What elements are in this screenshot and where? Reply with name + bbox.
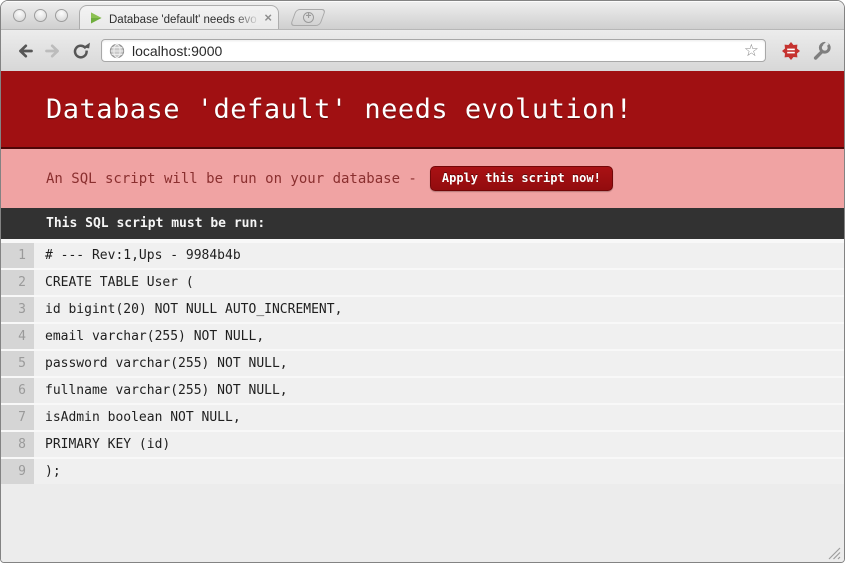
plus-icon: + — [303, 12, 314, 23]
sql-script-block: 1 # --- Rev:1,Ups - 9984b4b 2 CREATE TAB… — [1, 239, 844, 484]
minimize-window-button[interactable] — [34, 9, 47, 22]
line-code: # --- Rev:1,Ups - 9984b4b — [34, 243, 844, 268]
bookmark-star-icon[interactable]: ☆ — [744, 42, 759, 59]
page-title-banner: Database 'default' needs evolution! — [1, 71, 844, 149]
reload-button[interactable] — [67, 37, 95, 65]
script-line: 7 isAdmin boolean NOT NULL, — [1, 405, 844, 430]
tab-title-wrap: Database 'default' needs evo — [109, 10, 260, 25]
page-background — [1, 484, 844, 563]
line-number: 4 — [1, 324, 34, 349]
line-code: PRIMARY KEY (id) — [34, 432, 844, 457]
script-line: 3 id bigint(20) NOT NULL AUTO_INCREMENT, — [1, 297, 844, 322]
page-content: Database 'default' needs evolution! An S… — [1, 71, 844, 563]
script-line: 5 password varchar(255) NOT NULL, — [1, 351, 844, 376]
tab-title-fade — [234, 10, 260, 25]
line-code: id bigint(20) NOT NULL AUTO_INCREMENT, — [34, 297, 844, 322]
line-number: 3 — [1, 297, 34, 322]
line-number: 9 — [1, 459, 34, 484]
globe-icon — [109, 43, 125, 59]
zoom-window-button[interactable] — [55, 9, 68, 22]
script-line: 1 # --- Rev:1,Ups - 9984b4b — [1, 243, 844, 268]
browser-toolbar: localhost:9000 ☆ — [1, 29, 844, 71]
script-line: 4 email varchar(255) NOT NULL, — [1, 324, 844, 349]
line-code: ); — [34, 459, 844, 484]
titlebar: Database 'default' needs evo × + — [1, 1, 844, 29]
script-line: 8 PRIMARY KEY (id) — [1, 432, 844, 457]
line-code: CREATE TABLE User ( — [34, 270, 844, 295]
close-window-button[interactable] — [13, 9, 26, 22]
line-code: email varchar(255) NOT NULL, — [34, 324, 844, 349]
back-button[interactable] — [11, 37, 39, 65]
extension-badge-button[interactable] — [778, 38, 804, 64]
url-text[interactable]: localhost:9000 — [132, 43, 744, 59]
line-number: 2 — [1, 270, 34, 295]
line-number: 7 — [1, 405, 34, 430]
script-line: 2 CREATE TABLE User ( — [1, 270, 844, 295]
new-tab-button[interactable]: + — [290, 9, 326, 26]
script-header-bar: This SQL script must be run: — [1, 208, 844, 239]
forward-arrow-icon — [43, 41, 63, 61]
line-code: isAdmin boolean NOT NULL, — [34, 405, 844, 430]
line-number: 8 — [1, 432, 34, 457]
apply-script-button[interactable]: Apply this script now! — [430, 166, 613, 191]
line-code: fullname varchar(255) NOT NULL, — [34, 378, 844, 403]
play-framework-favicon-icon — [89, 11, 103, 25]
tab-close-icon[interactable]: × — [264, 11, 272, 25]
address-bar[interactable]: localhost:9000 ☆ — [101, 39, 766, 62]
line-number: 6 — [1, 378, 34, 403]
page-title: Database 'default' needs evolution! — [46, 94, 632, 125]
settings-menu-button[interactable] — [808, 38, 834, 64]
window-controls — [13, 9, 68, 22]
script-line: 6 fullname varchar(255) NOT NULL, — [1, 378, 844, 403]
line-number: 5 — [1, 351, 34, 376]
line-code: password varchar(255) NOT NULL, — [34, 351, 844, 376]
browser-tab[interactable]: Database 'default' needs evo × — [79, 5, 279, 29]
reload-icon — [71, 41, 91, 61]
back-arrow-icon — [15, 41, 35, 61]
script-line: 9 ); — [1, 459, 844, 484]
notice-band: An SQL script will be run on your databa… — [1, 149, 844, 208]
resize-grip-icon[interactable] — [828, 547, 841, 560]
browser-window: Database 'default' needs evo × + — [0, 0, 845, 563]
wrench-icon — [811, 41, 831, 61]
forward-button[interactable] — [39, 37, 67, 65]
red-burst-icon — [781, 41, 801, 61]
line-number: 1 — [1, 243, 34, 268]
notice-text: An SQL script will be run on your databa… — [46, 171, 417, 187]
